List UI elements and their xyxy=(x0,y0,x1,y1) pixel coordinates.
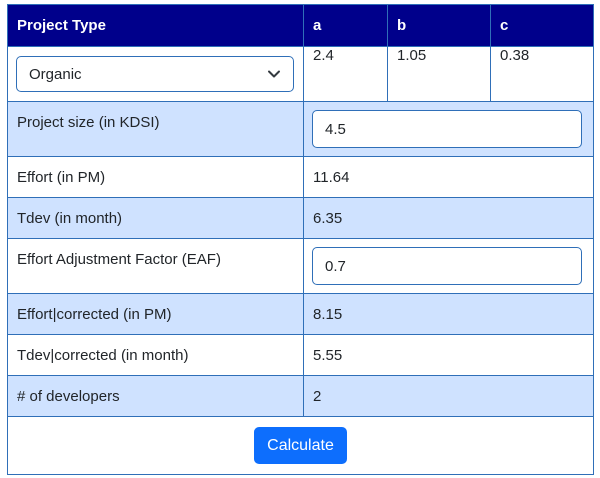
coefficient-b-value: 1.05 xyxy=(387,46,491,102)
effort-corrected-row: Effort|corrected (in PM) 8.15 xyxy=(7,293,594,335)
project-size-row: Project size (in KDSI) 4.5 xyxy=(7,101,594,157)
tdev-corrected-row: Tdev|corrected (in month) 5.55 xyxy=(7,334,594,376)
action-row: Calculate xyxy=(7,416,594,475)
tdev-value: 6.35 xyxy=(303,197,594,239)
effort-corrected-value: 8.15 xyxy=(303,293,594,335)
eaf-row: Effort Adjustment Factor (EAF) 0.7 xyxy=(7,238,594,294)
effort-value: 11.64 xyxy=(303,156,594,198)
action-cell: Calculate xyxy=(7,416,594,475)
tdev-corrected-label: Tdev|corrected (in month) xyxy=(7,334,304,376)
eaf-cell: 0.7 xyxy=(303,238,594,294)
project-size-input-value: 4.5 xyxy=(325,120,346,138)
eaf-input[interactable]: 0.7 xyxy=(312,247,582,285)
project-type-cell: Organic xyxy=(7,46,304,102)
table-header-row: Project Type a b c xyxy=(7,4,594,47)
header-a: a xyxy=(303,4,388,47)
developers-label: # of developers xyxy=(7,375,304,417)
effort-row: Effort (in PM) 11.64 xyxy=(7,156,594,198)
project-type-selected-value: Organic xyxy=(29,65,82,83)
cocomo-calculator-table: Project Type a b c Organic 2.4 1.05 0.38… xyxy=(7,4,594,475)
calculate-button[interactable]: Calculate xyxy=(254,427,347,464)
developers-row: # of developers 2 xyxy=(7,375,594,417)
coefficient-c-value: 0.38 xyxy=(490,46,594,102)
project-size-label: Project size (in KDSI) xyxy=(7,101,304,157)
project-size-input[interactable]: 4.5 xyxy=(312,110,582,148)
header-c: c xyxy=(490,4,594,47)
developers-value: 2 xyxy=(303,375,594,417)
coefficient-a-value: 2.4 xyxy=(303,46,388,102)
tdev-label: Tdev (in month) xyxy=(7,197,304,239)
eaf-label: Effort Adjustment Factor (EAF) xyxy=(7,238,304,294)
tdev-row: Tdev (in month) 6.35 xyxy=(7,197,594,239)
chevron-down-icon xyxy=(267,67,281,81)
tdev-corrected-value: 5.55 xyxy=(303,334,594,376)
project-type-row: Organic 2.4 1.05 0.38 xyxy=(7,46,594,102)
effort-corrected-label: Effort|corrected (in PM) xyxy=(7,293,304,335)
effort-label: Effort (in PM) xyxy=(7,156,304,198)
eaf-input-value: 0.7 xyxy=(325,257,346,275)
header-project-type: Project Type xyxy=(7,4,304,47)
header-b: b xyxy=(387,4,491,47)
project-size-cell: 4.5 xyxy=(303,101,594,157)
project-type-select[interactable]: Organic xyxy=(16,56,294,92)
